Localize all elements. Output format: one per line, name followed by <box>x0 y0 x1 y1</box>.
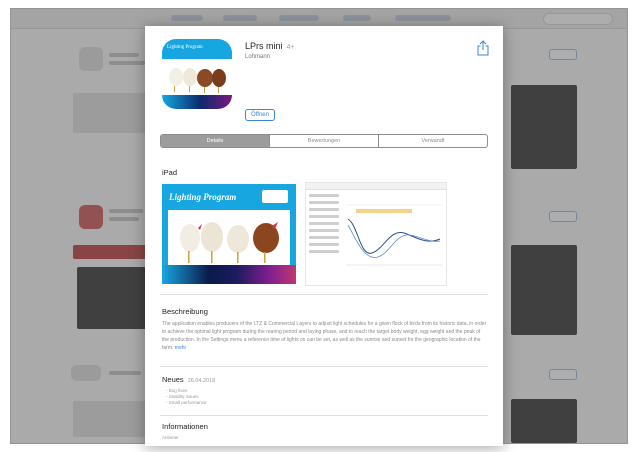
info-row-label: Anbieter <box>162 435 179 440</box>
whats-new-title: Neues <box>162 375 184 384</box>
age-rating: 4+ <box>286 44 295 51</box>
whats-new-date: 26.04.2018 <box>187 378 216 384</box>
list-item: - Small performance <box>166 400 207 405</box>
more-link[interactable]: mehr <box>175 345 186 351</box>
lighting-curve-chart <box>346 204 442 266</box>
app-icon: Lighting Program <box>162 39 232 109</box>
whats-new-list: - Bug fixes - Stability issues - Small p… <box>166 388 207 406</box>
description-text: The application enables producers of the… <box>162 320 488 352</box>
screenshot-2[interactable] <box>305 182 447 286</box>
screenshot-2-sidebar <box>309 194 339 257</box>
app-icon-caption: Lighting Program <box>167 45 203 50</box>
screenshot-1[interactable]: Lighting Program <box>162 184 296 284</box>
app-icon-header: Lighting Program <box>162 39 232 59</box>
share-icon[interactable] <box>477 40 489 56</box>
open-button[interactable]: Öffnen <box>245 109 275 121</box>
app-icon-light-strip <box>162 95 232 109</box>
section-divider <box>160 366 488 367</box>
chickens-illustration <box>180 222 279 263</box>
screenshot-1-title: Lighting Program <box>169 192 237 202</box>
section-divider <box>160 294 488 295</box>
app-title: LPrs mini 4+ <box>245 41 295 51</box>
screenshot-2-topbar <box>306 183 446 190</box>
tab-details[interactable]: Details <box>161 135 269 147</box>
screenshot-1-light-strip <box>162 265 296 284</box>
tab-related[interactable]: Verwandt <box>378 135 487 147</box>
screenshots-heading: iPad <box>162 168 178 177</box>
chickens-illustration <box>169 68 226 93</box>
app-name: LPrs mini <box>245 41 283 51</box>
description-heading: Beschreibung <box>162 307 208 316</box>
detail-tabs: Details Bewertungen Verwandt <box>160 134 488 148</box>
tab-ratings[interactable]: Bewertungen <box>269 135 378 147</box>
information-heading: Informationen <box>162 422 208 431</box>
lohmann-logo <box>262 190 288 203</box>
developer-link[interactable]: Lohmann <box>245 54 270 60</box>
whats-new-heading: Neues 26.04.2018 <box>162 375 215 384</box>
description-body: The application enables producers of the… <box>162 321 487 351</box>
section-divider <box>160 415 488 416</box>
app-detail-sheet: Lighting Program LPrs mini 4+ Lohmann Öff… <box>145 26 503 446</box>
